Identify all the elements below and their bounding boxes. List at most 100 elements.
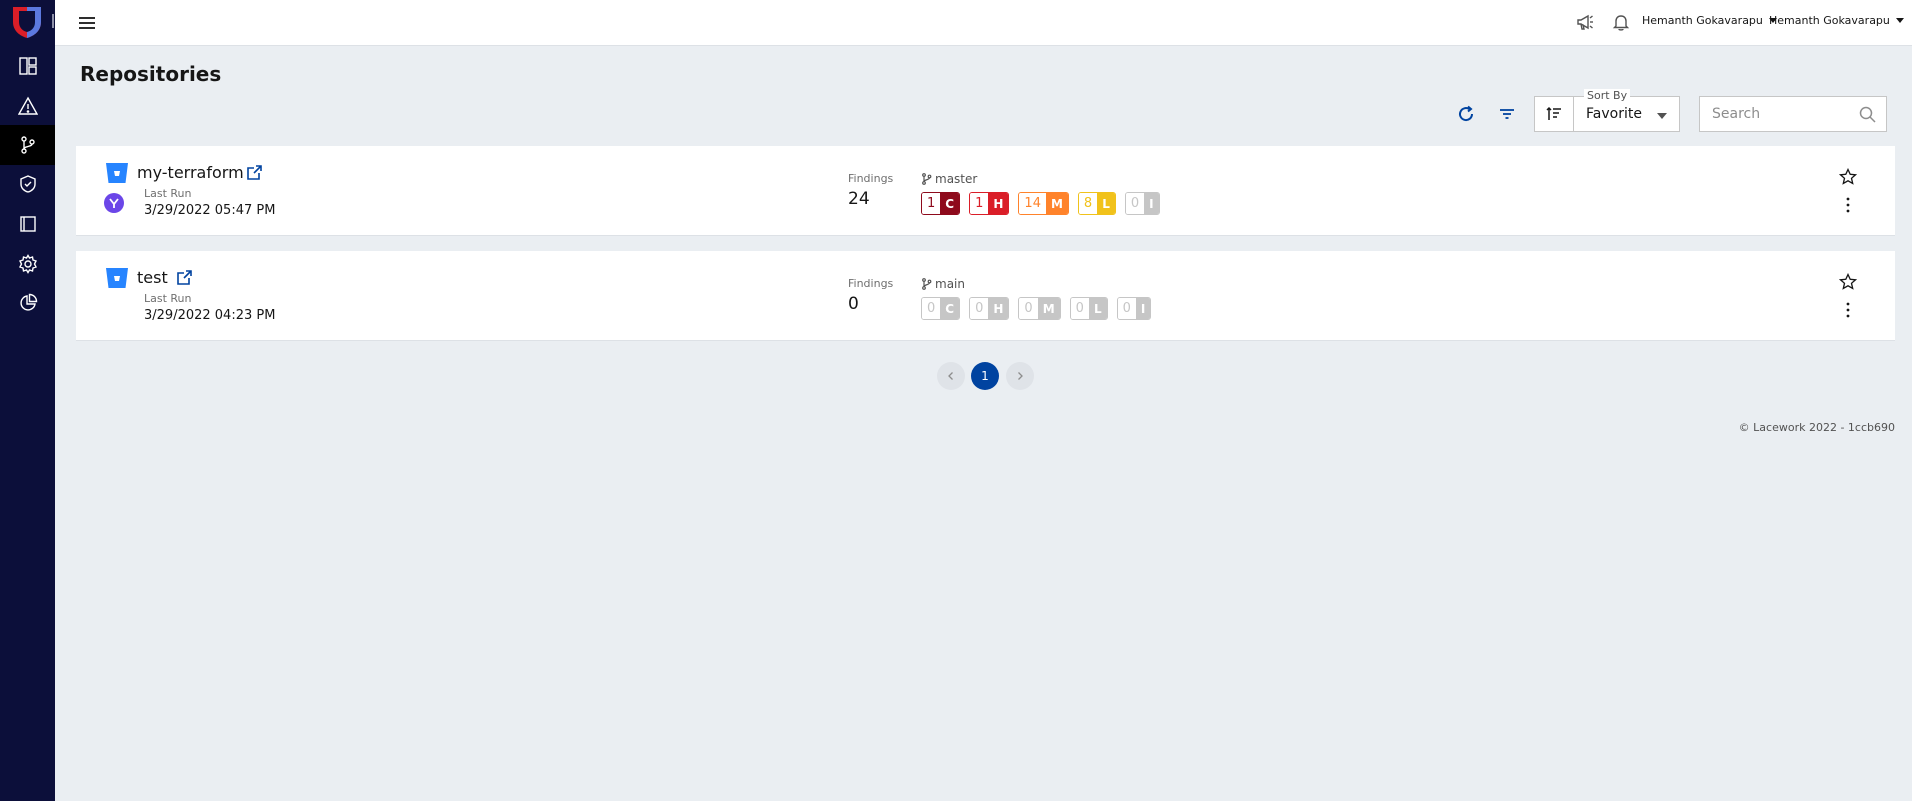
search-icon[interactable] xyxy=(1859,106,1876,123)
branch: main xyxy=(921,277,965,291)
git-branch-icon xyxy=(20,136,35,154)
severity-level: I xyxy=(1135,298,1151,319)
nav-settings[interactable] xyxy=(0,244,55,284)
pagination-next-button[interactable] xyxy=(1006,362,1034,390)
severity-level: L xyxy=(1097,193,1115,214)
nav-repositories[interactable] xyxy=(0,125,55,165)
severity-badges: 0 C 0 H 0 M 0 L 0 I xyxy=(921,297,1152,320)
repo-card[interactable]: my-terraform Last Run 3/29/2022 05:47 PM… xyxy=(76,146,1895,236)
repo-name[interactable]: my-terraform xyxy=(137,163,244,182)
sort-direction-button[interactable] xyxy=(1534,96,1574,132)
user-menu-1-label: Hemanth Gokavarapu xyxy=(1642,14,1763,27)
user-menu-1[interactable]: Hemanth Gokavarapu xyxy=(1642,14,1777,27)
severity-count: 1 xyxy=(922,193,941,214)
chevron-right-icon xyxy=(1018,372,1023,380)
overflow-menu-icon[interactable] xyxy=(1841,301,1855,319)
severity-info-badge[interactable]: 0 I xyxy=(1124,192,1160,215)
findings-count: 0 xyxy=(848,294,859,314)
caret-down-icon xyxy=(1895,18,1904,23)
scanner-badge-icon xyxy=(104,193,124,213)
gear-icon xyxy=(18,254,37,274)
branch-name: master xyxy=(935,172,978,186)
severity-high-badge[interactable]: 0 H xyxy=(969,297,1010,320)
bitbucket-icon xyxy=(106,268,128,288)
last-run-label: Last Run xyxy=(144,292,192,305)
git-branch-icon xyxy=(922,173,932,185)
severity-count: 0 xyxy=(1019,298,1038,319)
logo-divider xyxy=(52,14,54,28)
bell-icon[interactable] xyxy=(1611,12,1631,32)
severity-level: M xyxy=(1045,193,1068,214)
footer-copyright: © Lacework 2022 - 1ccb690 xyxy=(1738,421,1895,434)
sort-descending-icon xyxy=(1546,106,1561,120)
repo-card[interactable]: test Last Run 3/29/2022 04:23 PM Finding… xyxy=(76,251,1895,341)
top-bar: Hemanth Gokavarapu Hemanth Gokavarapu xyxy=(55,0,1912,46)
chevron-left-icon xyxy=(948,372,953,380)
favorite-star-icon[interactable] xyxy=(1839,273,1857,291)
user-menu-2[interactable]: Hemanth Gokavarapu xyxy=(1769,14,1904,27)
sort-by-select[interactable]: Sort By Favorite xyxy=(1573,89,1680,132)
book-icon xyxy=(19,216,36,232)
nav-policies[interactable] xyxy=(0,164,55,204)
refresh-icon[interactable] xyxy=(1455,103,1477,125)
bitbucket-icon xyxy=(106,163,128,183)
filter-icon[interactable] xyxy=(1496,103,1518,125)
severity-low-badge[interactable]: 0 L xyxy=(1069,297,1108,320)
severity-critical-badge[interactable]: 1 C xyxy=(921,192,961,215)
severity-low-badge[interactable]: 8 L xyxy=(1077,192,1116,215)
severity-count: 0 xyxy=(1125,193,1145,214)
severity-count: 8 xyxy=(1078,193,1098,214)
last-run-label: Last Run xyxy=(144,187,192,200)
sort-by-label: Sort By xyxy=(1584,89,1631,102)
git-branch-icon xyxy=(922,278,932,290)
severity-level: I xyxy=(1144,193,1159,214)
nav-docs[interactable] xyxy=(0,204,55,244)
sidebar xyxy=(0,0,55,801)
severity-level: H xyxy=(988,193,1009,214)
severity-count: 0 xyxy=(1117,298,1136,319)
external-link-icon[interactable] xyxy=(246,164,263,181)
branch: master xyxy=(921,172,977,186)
severity-medium-badge[interactable]: 14 M xyxy=(1018,192,1069,215)
lacework-logo-icon[interactable] xyxy=(10,4,44,40)
severity-level: L xyxy=(1088,298,1107,319)
shield-check-icon xyxy=(19,175,36,193)
overflow-menu-icon[interactable] xyxy=(1841,196,1855,214)
pagination-page-button[interactable]: 1 xyxy=(971,362,999,390)
severity-level: C xyxy=(940,298,960,319)
nav-alerts[interactable] xyxy=(0,86,55,126)
nav-reports[interactable] xyxy=(0,283,55,323)
caret-down-icon xyxy=(1657,113,1667,119)
severity-level: H xyxy=(988,298,1009,319)
external-link-icon[interactable] xyxy=(176,269,193,286)
dashboard-icon xyxy=(18,57,37,75)
search-box xyxy=(1699,96,1887,132)
findings-label: Findings xyxy=(848,172,894,185)
user-menu-2-label: Hemanth Gokavarapu xyxy=(1769,14,1890,27)
pie-chart-icon xyxy=(19,293,37,311)
severity-critical-badge[interactable]: 0 C xyxy=(921,297,961,320)
severity-badges: 1 C 1 H 14 M 8 L 0 I xyxy=(921,192,1160,215)
findings-label: Findings xyxy=(848,277,894,290)
hamburger-menu-icon[interactable] xyxy=(77,13,97,33)
pagination-prev-button[interactable] xyxy=(937,362,965,390)
severity-count: 0 xyxy=(922,298,941,319)
last-run-value: 3/29/2022 05:47 PM xyxy=(144,203,276,218)
severity-count: 0 xyxy=(1070,298,1089,319)
severity-level: M xyxy=(1037,298,1060,319)
megaphone-icon[interactable] xyxy=(1575,12,1595,32)
severity-info-badge[interactable]: 0 I xyxy=(1116,297,1152,320)
nav-dashboard[interactable] xyxy=(0,46,55,86)
page-title: Repositories xyxy=(80,62,222,86)
branch-name: main xyxy=(935,277,965,291)
severity-count: 1 xyxy=(970,193,989,214)
severity-high-badge[interactable]: 1 H xyxy=(969,192,1010,215)
severity-count: 0 xyxy=(970,298,989,319)
last-run-value: 3/29/2022 04:23 PM xyxy=(144,308,276,323)
favorite-star-icon[interactable] xyxy=(1839,168,1857,186)
severity-medium-badge[interactable]: 0 M xyxy=(1018,297,1061,320)
sort-by-value: Favorite xyxy=(1586,106,1642,122)
repo-name[interactable]: test xyxy=(137,268,168,287)
severity-count: 14 xyxy=(1019,193,1046,214)
search-input[interactable] xyxy=(1700,97,1850,131)
